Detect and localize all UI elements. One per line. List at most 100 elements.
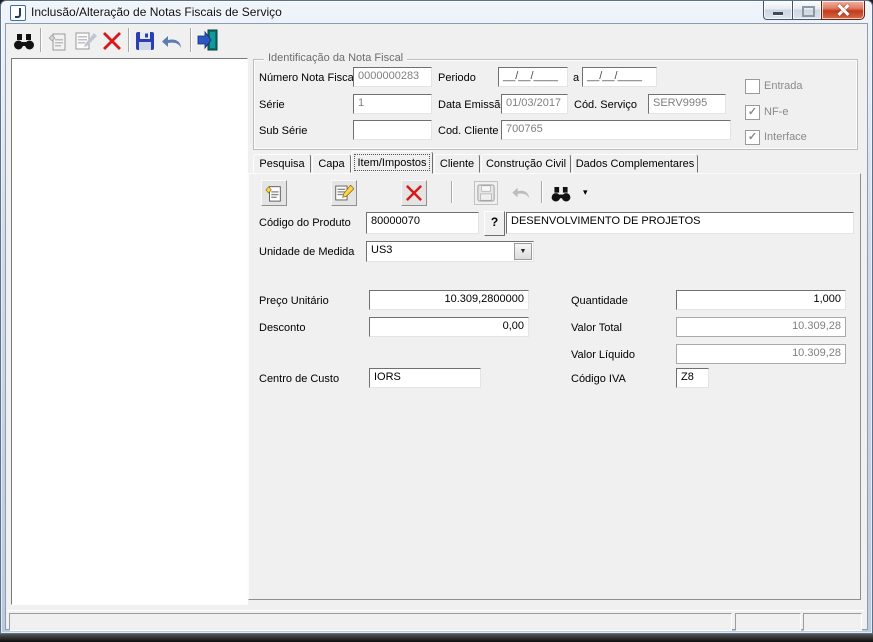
app-icon [10, 5, 26, 21]
serie-label: Série [259, 99, 285, 111]
binoculars-icon [550, 187, 572, 202]
tab-label: Construção Civil [486, 158, 566, 170]
numero-field[interactable]: 0000000283 [353, 67, 432, 87]
numero-label: Número Nota Fiscal [259, 72, 356, 84]
close-icon [837, 4, 849, 16]
maximize-icon [802, 6, 815, 17]
unidade-medida-select[interactable]: US3 ▼ [366, 241, 534, 262]
undo-arrow-icon [162, 34, 184, 50]
entrada-checkbox[interactable] [745, 79, 760, 94]
item-save-button[interactable] [474, 181, 498, 205]
toolbar-separator [40, 28, 42, 52]
edit-button[interactable] [73, 29, 97, 53]
centro-custo-field[interactable]: IORS [369, 368, 481, 388]
sub-serie-label: Sub Série [259, 125, 307, 137]
periodo-from-field[interactable]: __/__/____ [498, 67, 568, 87]
groupbox-title: Identificação da Nota Fiscal [264, 52, 407, 64]
data-emissao-field[interactable]: 01/03/2017 [501, 94, 568, 114]
periodo-sep-label: a [573, 72, 579, 84]
new-button[interactable] [46, 29, 70, 53]
produto-descricao-field[interactable]: DESENVOLVIMENTO DE PROJETOS [506, 212, 854, 234]
unidade-medida-value: US3 [371, 244, 392, 256]
check-icon: ✓ [748, 106, 757, 118]
item-search-button[interactable] [549, 182, 573, 206]
valor-total-label: Valor Total [571, 322, 622, 334]
item-new-button[interactable] [261, 180, 287, 206]
search-button[interactable] [12, 30, 36, 54]
tab-dados-complementares[interactable]: Dados Complementares [572, 154, 698, 173]
tab-label: Cliente [440, 158, 474, 170]
toolbar-separator [541, 181, 543, 203]
nfe-checkbox[interactable]: ✓ [745, 105, 760, 120]
entrada-label: Entrada [764, 80, 803, 92]
codigo-produto-field[interactable]: 80000070 [366, 212, 479, 234]
binoculars-icon [13, 34, 35, 50]
codigo-iva-label: Código IVA [571, 373, 626, 385]
window-title: Inclusão/Alteração de Notas Fiscais de S… [31, 5, 282, 19]
product-lookup-button[interactable]: ? [484, 211, 505, 236]
taskbar-edge [0, 634, 873, 642]
preco-unitario-label: Preço Unitário [259, 295, 329, 307]
nfe-label: NF-e [764, 106, 788, 118]
edit-item-icon [334, 184, 354, 202]
titlebar[interactable]: Inclusão/Alteração de Notas Fiscais de S… [1, 1, 872, 23]
delete-item-icon [406, 185, 422, 201]
combo-arrow-button[interactable]: ▼ [514, 243, 532, 260]
status-panel-3 [803, 613, 862, 631]
valor-liquido-label: Valor Líquido [571, 349, 635, 361]
minimize-icon [773, 12, 783, 15]
save-button[interactable] [133, 29, 157, 53]
tab-capa[interactable]: Capa [312, 154, 351, 173]
tab-label: Dados Complementares [576, 158, 695, 170]
sub-serie-field[interactable] [353, 120, 432, 140]
delete-button[interactable] [100, 29, 124, 53]
new-item-icon [265, 184, 283, 202]
exit-door-icon [196, 28, 220, 52]
new-document-icon [48, 31, 68, 51]
serie-field[interactable]: 1 [353, 94, 432, 114]
toolbar-separator [128, 28, 130, 52]
exit-button[interactable] [196, 28, 220, 52]
tab-pesquisa[interactable]: Pesquisa [253, 154, 311, 173]
records-list-panel[interactable] [11, 58, 248, 605]
desconto-label: Desconto [259, 322, 305, 334]
periodo-label: Periodo [438, 72, 476, 84]
chevron-down-icon: ▼ [520, 248, 527, 255]
codigo-iva-field[interactable]: Z8 [676, 368, 709, 388]
desconto-field[interactable]: 0,00 [369, 317, 529, 337]
valor-liquido-field: 10.309,28 [676, 344, 846, 364]
cod-servico-field[interactable]: SERV9995 [648, 94, 726, 114]
tab-page-item-impostos [248, 173, 861, 600]
minimize-button[interactable] [763, 1, 793, 20]
tab-label: Capa [318, 158, 344, 170]
interface-checkbox[interactable]: ✓ [745, 130, 760, 145]
app-window: Inclusão/Alteração de Notas Fiscais de S… [0, 0, 873, 634]
undo-button[interactable] [161, 30, 185, 54]
save-item-icon [477, 184, 495, 202]
cod-cliente-field[interactable]: 700765 [501, 120, 731, 140]
cod-cliente-label: Cod. Cliente [438, 125, 499, 137]
interface-label: Interface [764, 131, 807, 143]
codigo-produto-label: Código do Produto [259, 217, 351, 229]
item-delete-button[interactable] [401, 180, 427, 206]
toolbar-separator [190, 28, 192, 52]
periodo-to-field[interactable]: __/__/____ [582, 67, 657, 87]
quantidade-label: Quantidade [571, 295, 628, 307]
item-edit-button[interactable] [331, 180, 357, 206]
search-dropdown-arrow-icon[interactable]: ▾ [583, 187, 588, 198]
help-icon: ? [491, 215, 498, 229]
maximize-button[interactable] [792, 1, 822, 20]
toolbar-separator [451, 181, 453, 203]
close-button[interactable] [821, 1, 865, 20]
tab-construcao-civil[interactable]: Construção Civil [481, 154, 571, 173]
centro-custo-label: Centro de Custo [259, 373, 339, 385]
tab-label: Pesquisa [259, 158, 304, 170]
tab-item-impostos[interactable]: Item/Impostos [351, 151, 433, 174]
item-undo-button[interactable] [511, 183, 533, 203]
save-floppy-icon [135, 31, 155, 51]
preco-unitario-field[interactable]: 10.309,2800000 [369, 290, 529, 310]
check-icon: ✓ [748, 131, 757, 143]
status-bar [7, 610, 864, 633]
tab-cliente[interactable]: Cliente [434, 154, 480, 173]
quantidade-field[interactable]: 1,000 [676, 290, 846, 310]
